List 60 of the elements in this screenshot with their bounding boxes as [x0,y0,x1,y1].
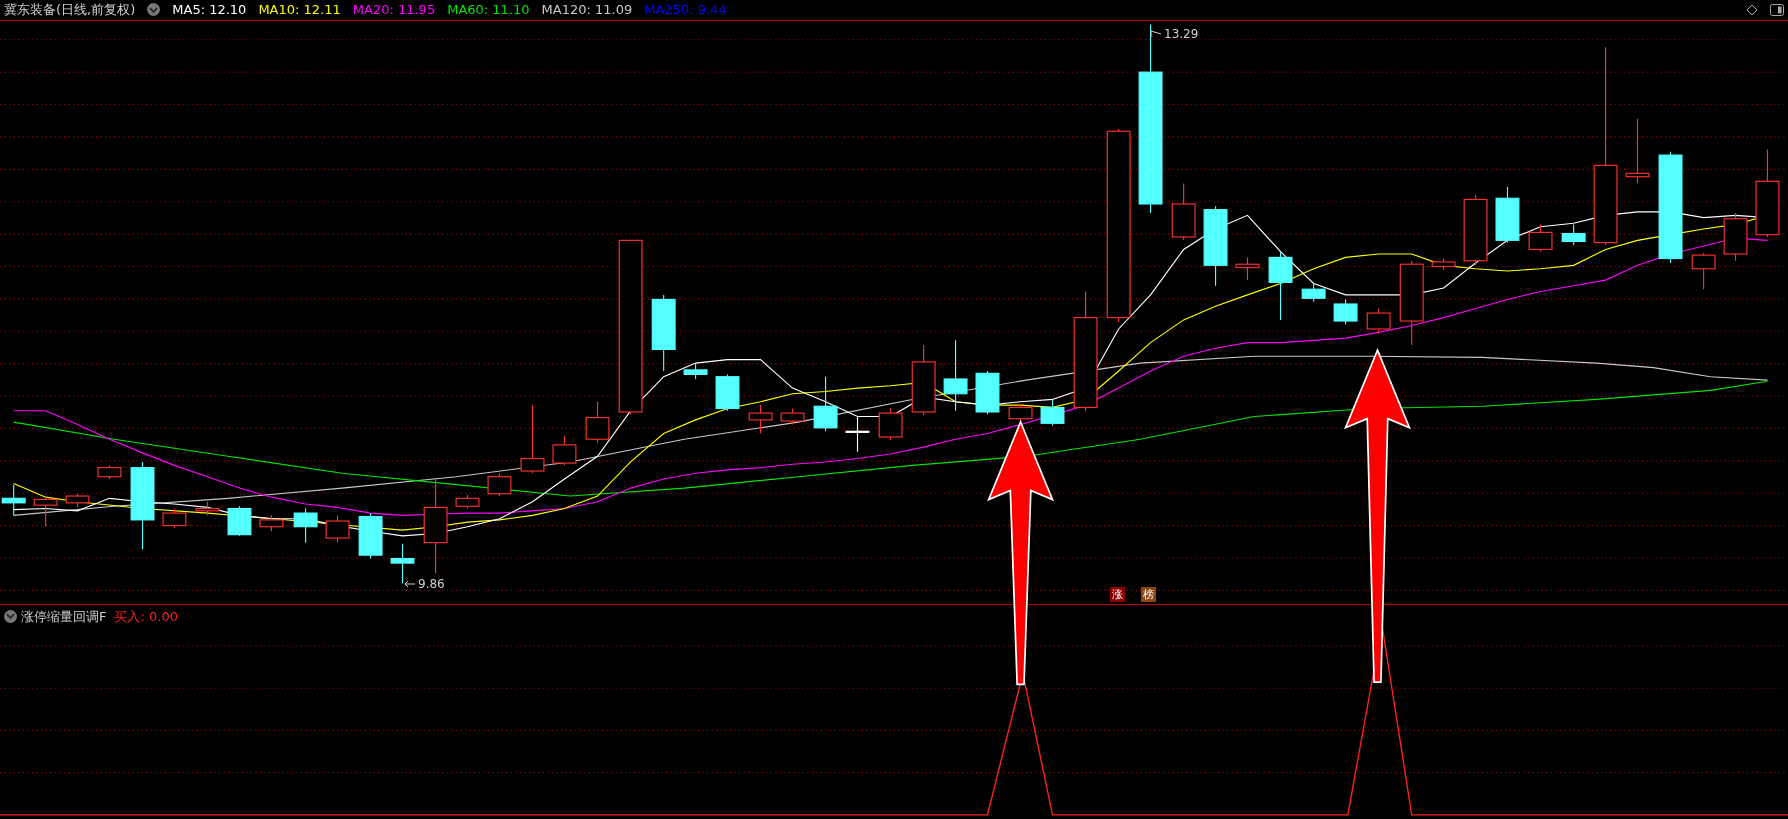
pointer-icon [404,579,416,588]
pointer-icon [1150,29,1162,38]
moving-average-label: MA250: 9.44 [644,1,727,20]
moving-average-label: MA20: 11.95 [352,1,436,20]
candlestick [748,404,773,434]
signal-badge: 涨 [1110,586,1125,602]
candlestick [1625,117,1650,184]
candlestick [1008,403,1033,423]
candlestick [358,512,383,559]
candlestick [845,415,870,452]
candlestick [455,493,480,509]
candlestick [1366,307,1391,334]
diamond-icon[interactable] [1746,3,1758,16]
candlestick [227,505,252,536]
candlestick [552,434,577,466]
chart-title: 冀东装备(日线,前复权) [4,1,136,20]
candlestick [97,464,122,480]
panel-toggle-icon[interactable] [1770,3,1784,16]
candlestick [1333,298,1358,325]
moving-average-label: MA60: 11.10 [447,1,530,20]
candlestick [585,400,610,443]
candlestick [975,370,1000,415]
candlestick [293,507,318,543]
candlestick [325,514,350,543]
candlestick [780,407,805,425]
candlestick [1301,282,1326,302]
indicator-title: 涨停缩量回调F [21,607,107,626]
candlestick [195,500,220,516]
candlestick [1691,251,1716,290]
candlestick [813,375,838,432]
moving-average-label: MA5: 12.10 [172,1,247,20]
candlestick [1268,250,1293,321]
candlestick [1235,256,1260,281]
candlestick [1723,212,1748,261]
indicator-readout: 买入: 0.00 [114,607,178,626]
candlestick [520,404,545,474]
low-price-label: 9.86 [418,575,445,593]
candlestick [1171,182,1196,241]
candlestick [1561,223,1586,246]
candlestick [162,507,187,529]
candlestick [715,373,740,411]
candlestick [943,339,968,411]
candlestick [259,514,284,532]
moving-average-label: MA120: 11.09 [541,1,633,20]
candlestick [1040,398,1065,426]
candlestick [390,542,415,584]
dropdown-icon[interactable] [4,609,17,623]
candlestick [878,407,903,441]
candlestick [683,362,708,380]
candlestick [1431,257,1456,271]
candlestick [487,472,512,497]
moving-average-label: MA10: 12.11 [258,1,341,20]
candlestick [65,492,90,508]
candlestick [1528,223,1553,252]
high-price-label: 13.29 [1164,25,1199,43]
signal-badge: 榜 [1141,586,1156,602]
candlestick [1495,186,1520,243]
candlestick [33,496,58,527]
dropdown-icon[interactable] [147,3,161,17]
candlestick [1,483,26,516]
